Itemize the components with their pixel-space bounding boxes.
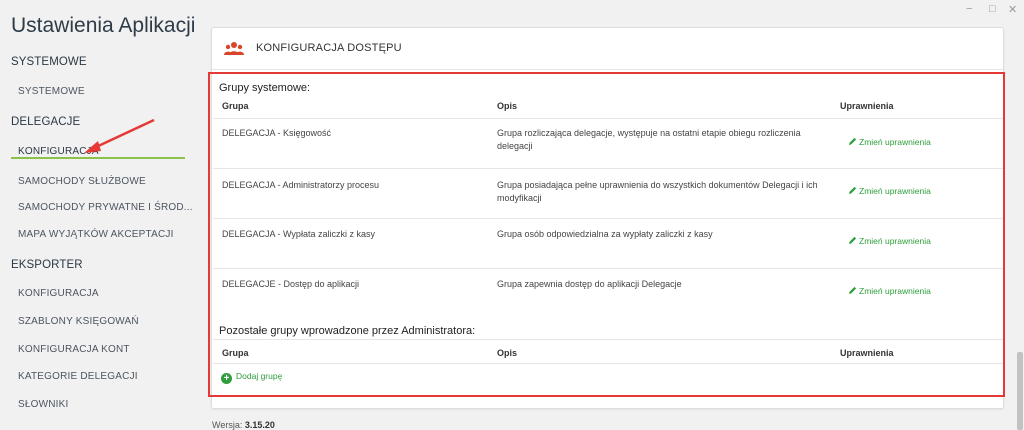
sidebar-item-eksporter-konfiguracja[interactable]: KONFIGURACJA [18, 288, 99, 299]
red-arrow-annotation [84, 118, 155, 153]
users-group-icon [224, 42, 244, 55]
sidebar-item-slowniki[interactable]: SŁOWNIKI [18, 399, 69, 410]
panel-header: KONFIGURACJA DOSTĘPU [212, 28, 1003, 70]
maximize-icon[interactable]: □ [989, 3, 996, 15]
active-item-underline [11, 157, 185, 159]
sidebar-section-delegacje: DELEGACJE [11, 116, 81, 128]
panel-title: KONFIGURACJA DOSTĘPU [256, 42, 402, 54]
minimize-icon[interactable]: − [966, 3, 972, 15]
sidebar-section-systemowe: SYSTEMOWE [11, 56, 87, 68]
sidebar: Ustawienia Aplikacji SYSTEMOWE SYSTEMOWE… [0, 0, 196, 430]
app-title: Ustawienia Aplikacji [11, 14, 196, 37]
version-label: Wersja: [212, 420, 243, 430]
sidebar-item-systemowe[interactable]: SYSTEMOWE [18, 86, 85, 97]
sidebar-item-samochody-sluzbowe[interactable]: SAMOCHODY SŁUŻBOWE [18, 176, 146, 187]
sidebar-item-mapa-wyjatkow[interactable]: MAPA WYJĄTKÓW AKCEPTACJI [18, 229, 174, 240]
sidebar-item-konfiguracja-kont[interactable]: KONFIGURACJA KONT [18, 344, 130, 355]
version-number: 3.15.20 [244, 420, 275, 430]
sidebar-item-szablony-ksiegowan[interactable]: SZABLONY KSIĘGOWAŃ [18, 316, 139, 327]
version-info: Wersja: 3.15.20 [212, 420, 275, 430]
sidebar-item-samochody-prywatne[interactable]: SAMOCHODY PRYWATNE I ŚROD... [18, 202, 193, 213]
highlight-annotation-box [208, 72, 1005, 397]
sidebar-section-eksporter: EKSPORTER [11, 259, 83, 271]
scrollbar-thumb[interactable] [1017, 352, 1023, 430]
sidebar-item-kategorie-delegacji[interactable]: KATEGORIE DELEGACJI [18, 371, 138, 382]
